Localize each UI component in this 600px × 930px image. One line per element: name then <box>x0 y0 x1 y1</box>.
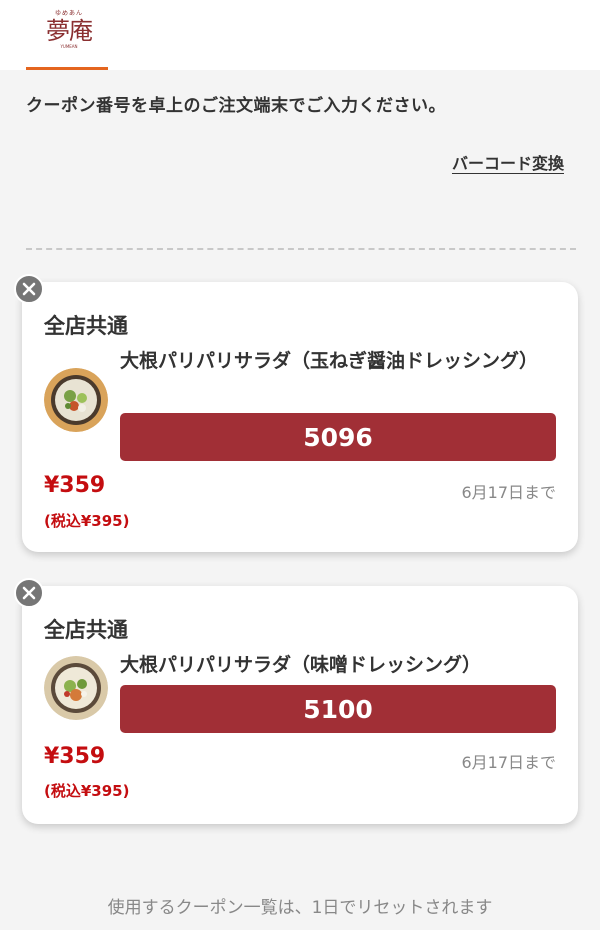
close-icon <box>22 282 36 296</box>
dashed-divider <box>26 248 576 250</box>
salad-thumbnail <box>44 368 108 432</box>
barcode-convert-link[interactable]: バーコード変換 <box>452 150 564 174</box>
coupon-expiry: 6月17日まで <box>461 483 556 502</box>
coupon-price-with-tax: (税込¥395) <box>44 512 130 530</box>
coupon-code: 5100 <box>120 685 556 733</box>
app-header: ゆめあん 夢庵 YUMEAN <box>0 0 600 70</box>
coupon-store-tag: 全店共通 <box>44 618 128 642</box>
coupon-price: ¥359 <box>44 744 106 769</box>
coupon-store-tag: 全店共通 <box>44 314 128 338</box>
logo-text: 夢庵 <box>46 17 93 45</box>
coupon-code: 5096 <box>120 413 556 461</box>
remove-coupon-button[interactable] <box>14 274 44 304</box>
instruction-text: クーポン番号を卓上のご注文端末でご入力ください。 <box>26 96 446 116</box>
salad-thumbnail <box>44 656 108 720</box>
coupon-price-with-tax: (税込¥395) <box>44 782 130 800</box>
reset-note: 使用するクーポン一覧は、1日でリセットされます <box>107 898 493 918</box>
coupon-card: 全店共通 大根パリパリサラダ（味噌ドレッシング） 5100 ¥359 (税込¥3… <box>22 586 578 824</box>
coupon-price: ¥359 <box>44 473 106 498</box>
coupon-expiry: 6月17日まで <box>461 753 556 772</box>
remove-coupon-button[interactable] <box>14 578 44 608</box>
active-tab-indicator <box>26 67 108 70</box>
coupon-card: 全店共通 大根パリパリサラダ（玉ねぎ醤油ドレッシング） 5096 ¥359 (税… <box>22 282 578 552</box>
coupon-item-name: 大根パリパリサラダ（玉ねぎ醤油ドレッシング） <box>120 350 539 372</box>
brand-logo[interactable]: ゆめあん 夢庵 YUMEAN <box>36 10 102 50</box>
close-icon <box>22 586 36 600</box>
coupon-item-name: 大根パリパリサラダ（味噌ドレッシング） <box>120 654 482 676</box>
